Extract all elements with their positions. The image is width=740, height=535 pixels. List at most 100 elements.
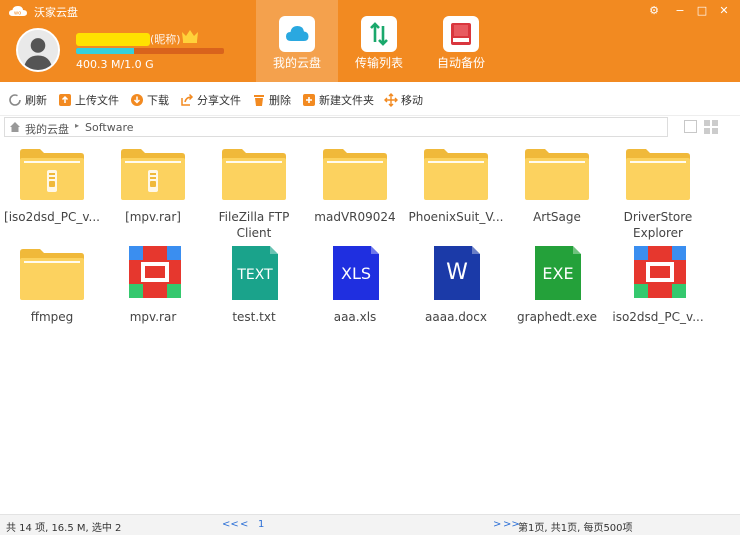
maximize-button[interactable]: □ [694, 3, 710, 19]
nickname: (昵称) [150, 33, 181, 46]
file-item[interactable]: EXE graphedt.exe [509, 246, 605, 342]
file-name: test.txt [232, 310, 276, 324]
folder-icon [626, 149, 690, 200]
share-label: 分享文件 [197, 94, 241, 107]
user-silhouette-icon [18, 30, 58, 70]
cloud-icon [279, 16, 315, 52]
file-item[interactable]: PhoenixSuit_V... [408, 146, 504, 242]
rar-archive-icon [634, 246, 686, 298]
file-name: ffmpeg [30, 310, 74, 324]
list-view-icon[interactable] [684, 120, 697, 133]
upload-label: 上传文件 [75, 94, 119, 107]
file-item[interactable]: ArtSage [509, 146, 605, 242]
avatar[interactable] [16, 28, 60, 72]
close-button[interactable]: ✕ [716, 3, 732, 19]
breadcrumb-current: Software [85, 121, 134, 134]
file-name: mpv.rar [129, 310, 177, 324]
tab-my-cloud[interactable]: 我的云盘 [256, 0, 338, 82]
file-item[interactable]: FileZilla FTP Client [206, 146, 302, 242]
file-item[interactable]: XLS aaa.xls [307, 246, 403, 342]
file-item[interactable]: TEXT test.txt [206, 246, 302, 342]
download-icon [131, 94, 143, 106]
settings-icon[interactable]: ⚙ [646, 3, 662, 19]
refresh-icon [9, 94, 21, 106]
upload-icon [59, 94, 71, 106]
tab-transfer-list[interactable]: 传输列表 [338, 0, 420, 82]
file-item[interactable]: mpv.rar [105, 246, 201, 342]
file-name: madVR09024 [314, 210, 396, 224]
file-item[interactable]: madVR09024 [307, 146, 403, 242]
folder-icon [424, 149, 488, 200]
tab-auto-backup[interactable]: 自动备份 [420, 0, 502, 82]
text-file-icon: TEXT [232, 246, 278, 300]
transfer-icon [361, 16, 397, 52]
page-info: 第1页, 共1页, 每页500项 [518, 523, 633, 534]
breadcrumb[interactable]: 我的云盘 ▸ Software [4, 117, 668, 137]
share-button[interactable]: 分享文件 [180, 91, 241, 109]
file-item[interactable]: Waaaa.docx [408, 246, 504, 342]
home-icon[interactable] [9, 121, 21, 133]
header-bar: wo 沃家云盘 ⚙ − □ ✕ 1891111111 (昵称) 400.3 M/1… [0, 0, 740, 82]
download-label: 下载 [147, 94, 169, 107]
trash-icon [254, 95, 264, 106]
file-name: ArtSage [533, 210, 581, 224]
cloud-logo-icon: wo [9, 6, 27, 17]
file-name: FileZilla FTP Client [218, 210, 290, 240]
status-summary: 共 14 项, 16.5 M, 选中 2 [6, 523, 122, 534]
quota-progress-fill [76, 48, 134, 54]
new-folder-button[interactable]: 新建文件夹 [302, 91, 374, 109]
file-name: [iso2dsd_PC_v... [4, 210, 100, 224]
quota-text: 400.3 M/1.0 G [76, 58, 154, 71]
tab-label: 自动备份 [436, 56, 485, 70]
file-item[interactable]: ffmpeg [4, 246, 100, 342]
file-item[interactable]: DriverStore Explorer [610, 146, 706, 242]
move-button[interactable]: 移动 [384, 91, 423, 109]
share-icon [181, 93, 194, 106]
folder-icon [222, 149, 286, 200]
status-bar: 共 14 项, 16.5 M, 选中 2 << < 1 > >> 第1页, 共1… [0, 514, 740, 535]
delete-button[interactable]: 删除 [252, 91, 291, 109]
minimize-button[interactable]: − [672, 3, 688, 19]
username: 1891111111 (昵称) [76, 31, 181, 47]
prev-page-button[interactable]: < [240, 519, 248, 530]
zip-folder-icon [20, 149, 84, 200]
tab-label: 传输列表 [354, 56, 403, 70]
masked-account: 1891111111 [76, 33, 150, 46]
backup-icon [443, 16, 479, 52]
rar-archive-icon [129, 246, 181, 298]
refresh-label: 刷新 [25, 94, 47, 107]
toolbar: 刷新 上传文件 下载 分享文件 删除 新建文件夹 移动 [0, 82, 740, 116]
first-page-button[interactable]: << [222, 519, 239, 530]
word-file-icon: W [434, 246, 480, 300]
move-icon [384, 93, 398, 107]
delete-label: 删除 [269, 94, 291, 107]
file-name: aaa.xls [333, 310, 377, 324]
new-folder-label: 新建文件夹 [319, 94, 374, 107]
new-folder-icon [303, 94, 315, 106]
upload-button[interactable]: 上传文件 [58, 91, 119, 109]
file-name: iso2dsd_PC_v... [612, 310, 704, 324]
exe-file-icon: EXE [535, 246, 581, 300]
file-name: aaaa.docx [425, 310, 487, 324]
folder-icon [323, 149, 387, 200]
svg-text:W: W [446, 260, 468, 285]
app-title: 沃家云盘 [34, 6, 78, 19]
file-name: graphedt.exe [517, 310, 597, 324]
grid-view-icon[interactable] [704, 120, 718, 134]
next-page-button[interactable]: > [493, 519, 501, 530]
page-number[interactable]: 1 [258, 519, 264, 530]
file-item[interactable]: [iso2dsd_PC_v... [4, 146, 100, 242]
file-item[interactable]: iso2dsd_PC_v... [610, 246, 706, 342]
breadcrumb-root[interactable]: 我的云盘 [25, 121, 69, 137]
svg-text:XLS: XLS [341, 264, 371, 283]
folder-icon [525, 149, 589, 200]
svg-text:wo: wo [14, 11, 21, 17]
file-item[interactable]: [mpv.rar] [105, 146, 201, 242]
quota-progress-bar [76, 48, 224, 54]
download-button[interactable]: 下载 [130, 91, 169, 109]
svg-text:TEXT: TEXT [236, 267, 273, 283]
refresh-button[interactable]: 刷新 [8, 91, 47, 109]
folder-icon [20, 249, 84, 300]
tab-label: 我的云盘 [272, 56, 321, 70]
file-name: DriverStore Explorer [623, 210, 693, 240]
